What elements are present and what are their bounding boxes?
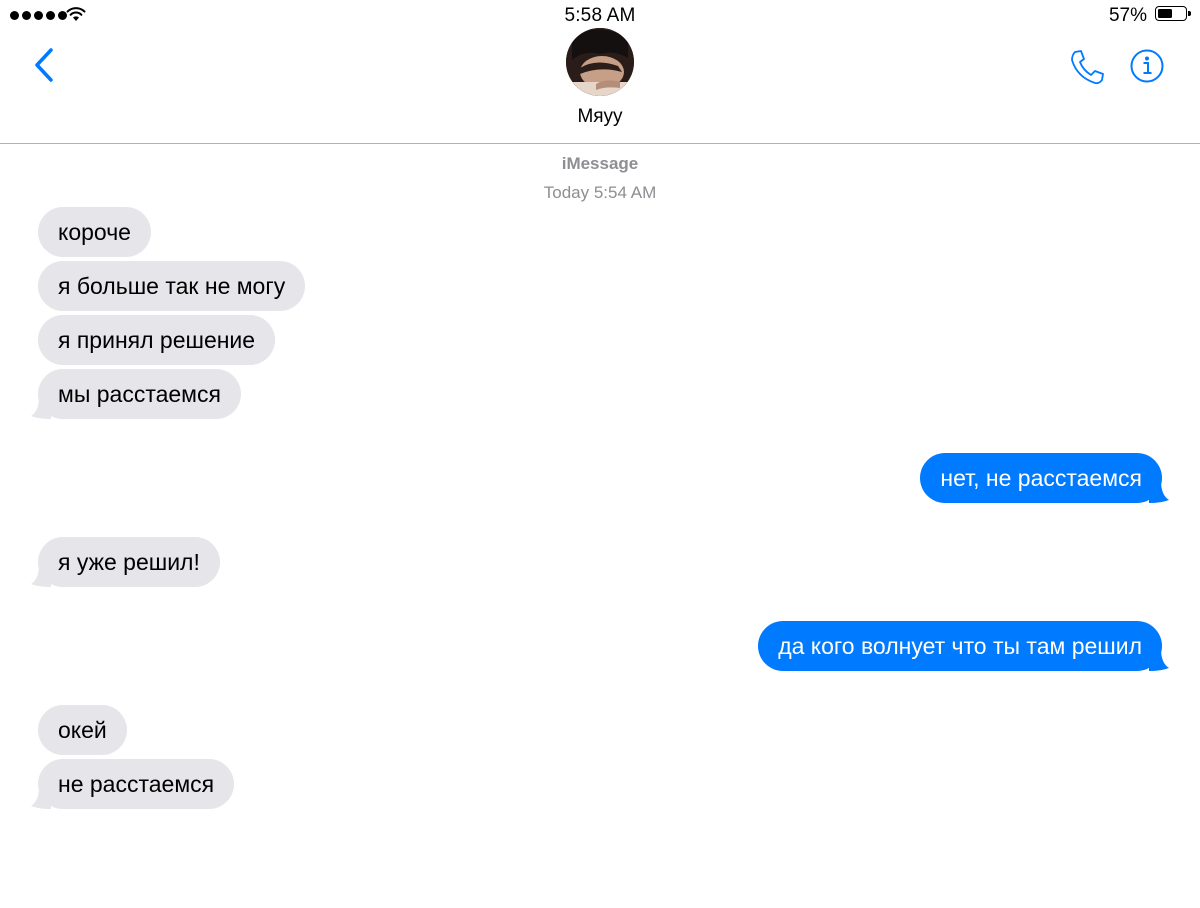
message-bubble-outgoing[interactable]: да кого волнует что ты там решил (758, 621, 1169, 671)
bubble-tail (1149, 481, 1169, 503)
service-label: iMessage (561, 154, 639, 173)
bubble-tail (31, 397, 51, 419)
conversation-timestamp: Today 5:54 AM (543, 183, 657, 202)
status-time: 5:58 AM (564, 5, 636, 26)
message-bubble-incoming[interactable]: я уже решил! (31, 537, 220, 587)
message-text: не расстаемся (58, 771, 215, 797)
message-bubble-incoming[interactable]: мы расстаемся (31, 369, 241, 419)
battery-percentage: 57% (1108, 5, 1147, 26)
info-icon (1130, 49, 1164, 83)
message-bubble-incoming[interactable]: не расстаемся (31, 759, 235, 809)
call-button[interactable] (1069, 48, 1107, 86)
message-text: нет, не расстаемся (940, 465, 1142, 491)
message-text: окей (58, 717, 107, 743)
phone-icon (1071, 50, 1104, 85)
bubble-tail (31, 787, 51, 809)
battery-icon (1155, 6, 1191, 21)
message-text: короче (58, 219, 131, 245)
contact-name[interactable]: Мяуу (0, 106, 1200, 128)
message-text: да кого волнует что ты там решил (778, 633, 1142, 659)
message-bubble-incoming[interactable]: я принял решение (38, 315, 276, 365)
message-text: я принял решение (58, 327, 256, 353)
bubble-tail (31, 565, 51, 587)
message-text: мы расстаемся (58, 381, 221, 407)
status-bar: 5:58 AM 57% (0, 0, 1200, 30)
conversation-header: Мяуу (0, 28, 1200, 144)
message-bubble-incoming[interactable]: короче (38, 207, 151, 257)
chevron-left-icon (35, 48, 53, 82)
avatar-photo (566, 28, 634, 96)
bubble-tail (1149, 649, 1169, 671)
info-button[interactable] (1129, 48, 1165, 84)
message-text: я уже решил! (58, 549, 200, 575)
contact-avatar[interactable] (566, 28, 634, 96)
message-bubble-incoming[interactable]: окей (38, 705, 127, 755)
back-button[interactable] (26, 46, 62, 86)
message-text: я больше так не могу (58, 273, 286, 299)
message-bubble-incoming[interactable]: я больше так не могу (38, 261, 306, 311)
message-bubble-outgoing[interactable]: нет, не расстаемся (920, 453, 1169, 503)
